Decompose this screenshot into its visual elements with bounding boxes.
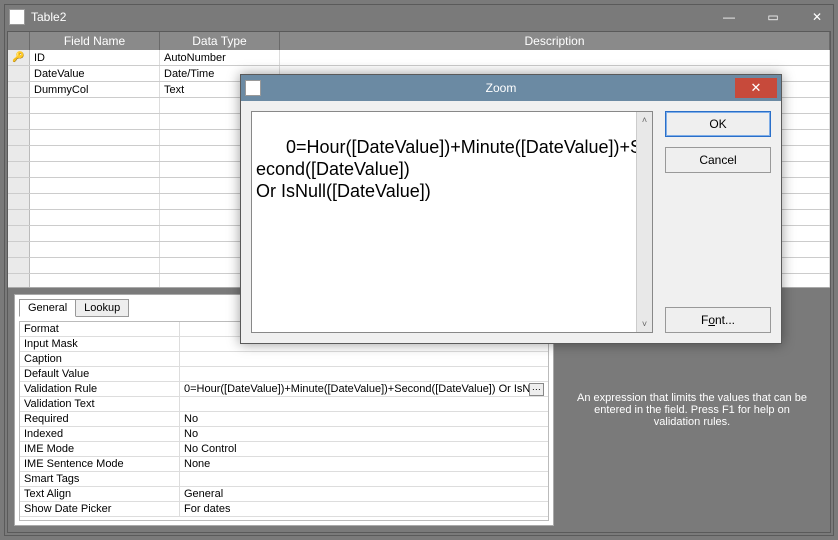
property-row[interactable]: Caption <box>20 352 548 367</box>
properties-grid[interactable]: FormatInput MaskCaptionDefault ValueVali… <box>19 321 549 521</box>
row-selector[interactable]: 🔑 <box>8 50 30 65</box>
property-label: Indexed <box>20 427 180 441</box>
property-value[interactable] <box>180 352 548 366</box>
property-row[interactable]: Validation Text <box>20 397 548 412</box>
field-name-cell[interactable] <box>30 258 160 273</box>
minimize-button[interactable]: — <box>717 8 741 26</box>
property-label: Caption <box>20 352 180 366</box>
property-value[interactable]: No Control <box>180 442 548 456</box>
description-cell[interactable] <box>280 50 830 65</box>
row-selector[interactable] <box>8 242 30 257</box>
tab-lookup[interactable]: Lookup <box>75 299 129 317</box>
property-value[interactable]: General <box>180 487 548 501</box>
property-row[interactable]: Validation Rule0=Hour([DateValue])+Minut… <box>20 382 548 397</box>
field-name-cell[interactable] <box>30 146 160 161</box>
row-selector[interactable] <box>8 194 30 209</box>
property-value[interactable]: No <box>180 427 548 441</box>
property-value[interactable]: None <box>180 457 548 471</box>
scroll-up-icon[interactable]: ˄ <box>637 112 652 128</box>
property-value[interactable] <box>180 367 548 381</box>
zoom-app-icon <box>245 80 261 96</box>
ok-button[interactable]: OK <box>665 111 771 137</box>
property-label: Text Align <box>20 487 180 501</box>
row-selector[interactable] <box>8 66 30 81</box>
field-name-cell[interactable] <box>30 114 160 129</box>
row-selector[interactable] <box>8 114 30 129</box>
property-row[interactable]: Default Value <box>20 367 548 382</box>
field-name-cell[interactable]: DummyCol <box>30 82 160 97</box>
property-row[interactable]: Smart Tags <box>20 472 548 487</box>
zoom-expression[interactable]: 0=Hour([DateValue])+Minute([DateValue])+… <box>256 137 642 201</box>
property-label: Validation Text <box>20 397 180 411</box>
field-grid-header: Field Name Data Type Description <box>8 32 830 50</box>
property-label: Required <box>20 412 180 426</box>
property-value[interactable]: 0=Hour([DateValue])+Minute([DateValue])+… <box>180 382 548 396</box>
zoom-scrollbar[interactable]: ˄ ˅ <box>636 112 652 332</box>
property-label: Validation Rule <box>20 382 180 396</box>
row-selector[interactable] <box>8 130 30 145</box>
property-row[interactable]: Text AlignGeneral <box>20 487 548 502</box>
row-selector[interactable] <box>8 226 30 241</box>
field-name-cell[interactable] <box>30 274 160 288</box>
maximize-button[interactable]: ▭ <box>761 8 785 26</box>
property-label: IME Sentence Mode <box>20 457 180 471</box>
tab-general[interactable]: General <box>19 299 76 317</box>
zoom-titlebar: Zoom ✕ <box>241 75 781 101</box>
field-name-cell[interactable] <box>30 178 160 193</box>
row-selector-header <box>8 32 30 50</box>
window-title: Table2 <box>31 10 66 24</box>
property-label: Smart Tags <box>20 472 180 486</box>
property-value[interactable]: No <box>180 412 548 426</box>
titlebar: Table2 — ▭ ✕ <box>5 5 833 29</box>
field-name-cell[interactable] <box>30 194 160 209</box>
row-selector[interactable] <box>8 146 30 161</box>
property-row[interactable]: IndexedNo <box>20 427 548 442</box>
zoom-body: 0=Hour([DateValue])+Minute([DateValue])+… <box>241 101 781 343</box>
zoom-close-button[interactable]: ✕ <box>735 78 777 98</box>
close-button[interactable]: ✕ <box>805 8 829 26</box>
property-value[interactable]: For dates <box>180 502 548 516</box>
property-label: Default Value <box>20 367 180 381</box>
column-header-datatype[interactable]: Data Type <box>160 32 280 50</box>
properties-tabs: General Lookup <box>19 299 128 317</box>
property-value[interactable] <box>180 397 548 411</box>
property-row[interactable]: RequiredNo <box>20 412 548 427</box>
property-row[interactable]: Show Date PickerFor dates <box>20 502 548 517</box>
row-selector[interactable] <box>8 98 30 113</box>
row-selector[interactable] <box>8 162 30 177</box>
field-name-cell[interactable]: ID <box>30 50 160 65</box>
property-label: IME Mode <box>20 442 180 456</box>
row-selector[interactable] <box>8 274 30 288</box>
property-label: Show Date Picker <box>20 502 180 516</box>
column-header-description[interactable]: Description <box>280 32 830 50</box>
scroll-down-icon[interactable]: ˅ <box>637 316 652 332</box>
property-row[interactable]: IME Sentence ModeNone <box>20 457 548 472</box>
field-name-cell[interactable] <box>30 130 160 145</box>
property-label: Format <box>20 322 180 336</box>
row-selector[interactable] <box>8 178 30 193</box>
zoom-dialog: Zoom ✕ 0=Hour([DateValue])+Minute([DateV… <box>240 74 782 344</box>
field-name-cell[interactable] <box>30 226 160 241</box>
font-button[interactable]: Font... <box>665 307 771 333</box>
field-name-cell[interactable] <box>30 210 160 225</box>
property-row[interactable]: IME ModeNo Control <box>20 442 548 457</box>
row-selector[interactable] <box>8 210 30 225</box>
zoom-textarea[interactable]: 0=Hour([DateValue])+Minute([DateValue])+… <box>251 111 653 333</box>
row-selector[interactable] <box>8 258 30 273</box>
field-name-cell[interactable] <box>30 162 160 177</box>
data-type-cell[interactable]: AutoNumber <box>160 50 280 65</box>
zoom-title-text: Zoom <box>267 81 735 95</box>
property-label: Input Mask <box>20 337 180 351</box>
field-name-cell[interactable]: DateValue <box>30 66 160 81</box>
property-value[interactable] <box>180 472 548 486</box>
app-icon <box>9 9 25 25</box>
field-name-cell[interactable] <box>30 98 160 113</box>
zoom-button-column: OK Cancel Font... <box>665 111 771 333</box>
builder-button[interactable]: ⋯ <box>529 383 544 396</box>
field-name-cell[interactable] <box>30 242 160 257</box>
cancel-button[interactable]: Cancel <box>665 147 771 173</box>
column-header-fieldname[interactable]: Field Name <box>30 32 160 50</box>
row-selector[interactable] <box>8 82 30 97</box>
table-row[interactable]: 🔑IDAutoNumber <box>8 50 830 66</box>
